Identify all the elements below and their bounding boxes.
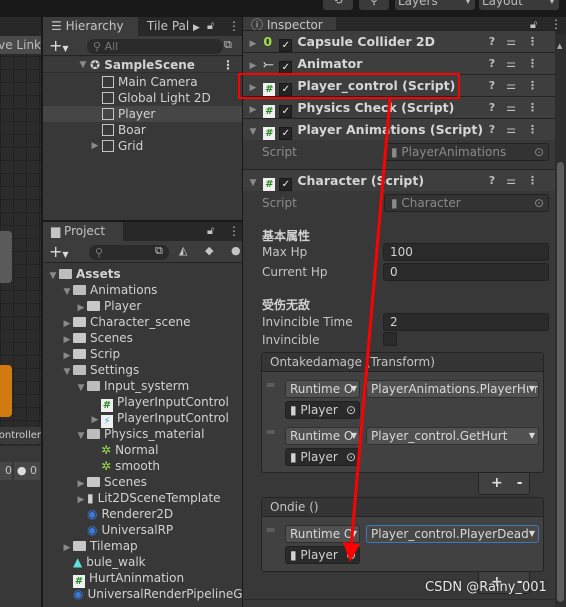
annotation-arrow bbox=[343, 98, 392, 562]
arrow-head bbox=[343, 542, 360, 562]
watermark: CSDN @Rainy_001 bbox=[425, 580, 547, 595]
arrow-line bbox=[349, 98, 392, 549]
